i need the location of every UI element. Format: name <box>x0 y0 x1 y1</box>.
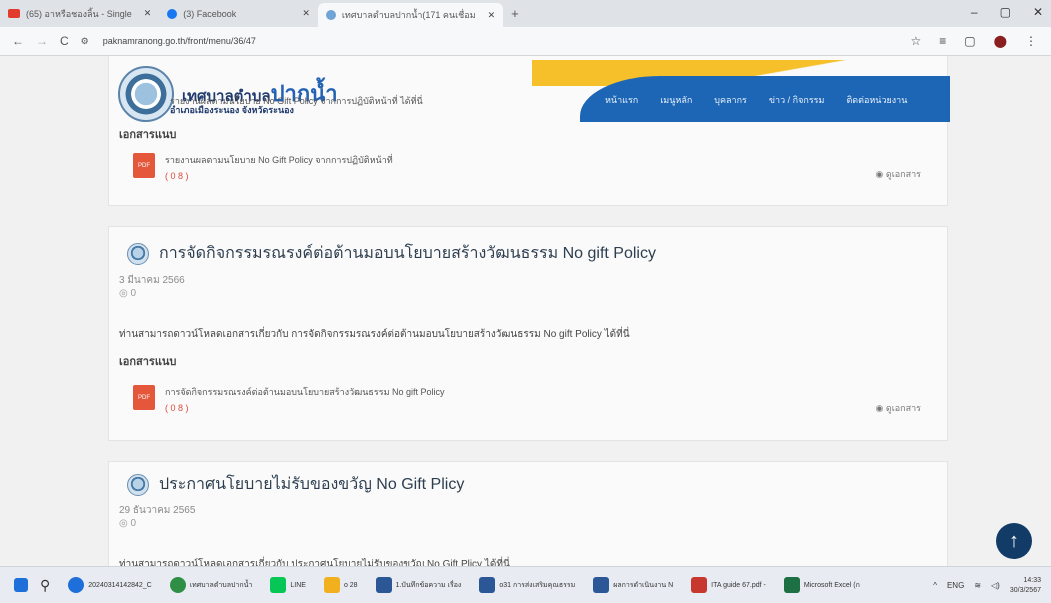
url-field[interactable]: paknamranong.go.th/front/menu/36/47 <box>103 36 911 46</box>
tab-label: เทศบาลตำบลปากน้ำ(171 คนเชื่อม <box>341 10 476 20</box>
maximize-button[interactable]: ▢ <box>1000 5 1011 19</box>
eye-icon: ◉ <box>875 403 884 413</box>
side-panel-icon[interactable]: ▢ <box>964 34 975 48</box>
download-count: ( 0 8 ) <box>165 403 189 413</box>
chrome-icon <box>169 577 186 593</box>
address-bar: ← → C ⚙ paknamranong.go.th/front/menu/36… <box>0 27 1051 56</box>
attachment-heading: เอกสารแนบ <box>119 356 177 368</box>
view-document-link[interactable]: ◉ ดูเอกสาร <box>875 167 921 181</box>
address-actions: ☆ ≡ ▢ ⬤ ⋮ <box>910 34 1037 48</box>
tab-paknam[interactable]: เทศบาลตำบลปากน้ำ(171 คนเชื่อม ✕ <box>317 3 504 27</box>
post-card: การจัดกิจกรรมรณรงค์ต่อต้านมอบนโยบายสร้าง… <box>108 226 948 441</box>
profile-icon[interactable]: ⬤ <box>994 34 1007 48</box>
clock[interactable]: 14:33 30/3/2567 <box>1010 576 1041 596</box>
volume-icon[interactable]: ◁) <box>991 581 1000 590</box>
post-title[interactable]: ประกาศนโยบายไม่รับของขวัญ No Gift Plicy <box>127 472 464 497</box>
post-date: 29 ธันวาคม 2565 <box>119 505 196 516</box>
attachment-heading: เอกสารแนบ <box>119 129 177 141</box>
word-icon <box>375 577 392 593</box>
post-title[interactable]: การจัดกิจกรรมรณรงค์ต่อต้านมอบนโยบายสร้าง… <box>127 241 656 266</box>
site-header: เทศบาลตำบลปากน้ำ รายงานผลตามนโยบาย No Gi… <box>110 56 950 122</box>
app-icon <box>68 577 85 593</box>
bookmark-star-icon[interactable]: ☆ <box>910 34 921 48</box>
new-tab-button[interactable]: + <box>503 3 527 25</box>
taskbar-item[interactable]: 20240314142842_C <box>62 577 157 593</box>
reload-icon[interactable]: C <box>60 34 69 48</box>
file-name[interactable]: รายงานผลตามนโยบาย No Gift Policy จากการป… <box>165 153 393 167</box>
close-icon[interactable]: ✕ <box>302 8 310 19</box>
attachment-file[interactable]: PDF รายงานผลตามนโยบาย No Gift Policy จาก… <box>133 153 393 181</box>
view-count: ◎ 0 <box>119 518 137 529</box>
main-nav: หน้าแรก เมนูหลัก บุคลากร ข่าว / กิจกรรม … <box>605 93 907 107</box>
site-info-icon[interactable]: ⚙ <box>81 36 89 47</box>
tab-label: (3) Facebook <box>183 8 237 19</box>
taskbar-item[interactable]: เทศบาลตำบลปากน้ำ <box>164 577 259 593</box>
minimize-button[interactable]: – <box>971 5 978 19</box>
file-name[interactable]: การจัดกิจกรรมรณรงค์ต่อต้านมอบนโยบายสร้าง… <box>165 385 445 399</box>
taskbar-item[interactable]: ITA guide 67.pdf - <box>685 577 772 593</box>
pdf-icon <box>691 577 708 593</box>
line-icon <box>270 577 287 593</box>
forward-icon[interactable]: → <box>36 34 48 48</box>
site-subtitle: อำเภอเมืองระนอง จังหวัดระนอง <box>170 105 294 115</box>
emblem-icon <box>127 242 149 265</box>
close-icon[interactable]: ✕ <box>144 8 152 19</box>
scroll-to-top-button[interactable]: ↑ <box>996 523 1032 559</box>
eye-icon: ◎ <box>119 518 128 529</box>
nav-main-menu[interactable]: เมนูหลัก <box>660 93 692 107</box>
language-indicator[interactable]: ENG <box>947 581 964 590</box>
tab-label: (65) อาหรือชองลิ้น - Single <box>26 8 132 19</box>
taskbar-item[interactable]: LINE <box>264 577 312 593</box>
municipality-logo[interactable] <box>118 66 174 122</box>
wifi-icon[interactable]: ≋ <box>974 581 981 590</box>
post-card: ประกาศนโยบายไม่รับของขวัญ No Gift Plicy … <box>108 461 948 566</box>
globe-icon <box>325 10 336 20</box>
nav-home[interactable]: หน้าแรก <box>605 93 638 107</box>
attachment-file[interactable]: PDF การจัดกิจกรรมรณรงค์ต่อต้านมอบนโยบายส… <box>133 385 445 413</box>
post-description: ท่านสามารถดาวน์โหลดเอกสารเกี่ยวกับ ประกา… <box>119 559 510 566</box>
taskbar-item[interactable]: ผลการดำเนินงาน N <box>587 577 679 593</box>
view-count: ◎ 0 <box>119 288 137 299</box>
post-description: ท่านสามารถดาวน์โหลดเอกสารเกี่ยวกับ การจั… <box>119 329 630 340</box>
view-document-link[interactable]: ◉ ดูเอกสาร <box>875 401 921 415</box>
pdf-icon: PDF <box>133 153 155 178</box>
word-icon <box>479 577 496 593</box>
close-window-button[interactable]: ✕ <box>1033 5 1043 19</box>
folder-icon <box>323 577 340 593</box>
page-content: เอกสารแนบ PDF รายงานผลตามนโยบาย No Gift … <box>0 56 1051 566</box>
system-tray: ^ ENG ≋ ◁) 14:33 30/3/2567 <box>933 567 1041 603</box>
post-date: 3 มีนาคม 2566 <box>119 275 185 286</box>
eye-icon: ◉ <box>875 169 884 179</box>
tab-youtube[interactable]: (65) อาหรือชองลิ้น - Single ✕ <box>0 3 159 25</box>
window-controls: – ▢ ✕ <box>971 5 1043 19</box>
reading-list-icon[interactable]: ≡ <box>939 34 946 48</box>
taskbar-item[interactable]: 1.บันทึกข้อความ เรื่อง <box>370 577 468 593</box>
browser-tab-bar: (65) อาหรือชองลิ้น - Single ✕ (3) Facebo… <box>0 0 1051 27</box>
download-count: ( 0 8 ) <box>165 171 189 181</box>
taskbar-item[interactable]: o 28 <box>318 577 364 593</box>
nav-news[interactable]: ข่าว / กิจกรรม <box>769 93 825 107</box>
facebook-icon <box>167 8 178 19</box>
pdf-icon: PDF <box>133 385 155 410</box>
excel-icon <box>783 577 800 593</box>
nav-personnel[interactable]: บุคลากร <box>714 93 747 107</box>
chevron-up-icon[interactable]: ^ <box>933 581 937 590</box>
os-taskbar: ⚲ 20240314142842_C เทศบาลตำบลปากน้ำ LINE… <box>0 566 1051 603</box>
nav-contact[interactable]: ติดต่อหน่วยงาน <box>846 93 907 107</box>
tab-facebook[interactable]: (3) Facebook ✕ <box>159 3 318 25</box>
menu-icon[interactable]: ⋮ <box>1025 34 1037 48</box>
close-icon[interactable]: ✕ <box>488 10 496 21</box>
eye-icon: ◎ <box>119 288 128 299</box>
emblem-icon <box>127 473 149 496</box>
back-icon[interactable]: ← <box>12 34 24 48</box>
word-icon <box>593 577 610 593</box>
taskbar-item[interactable]: o31 การส่งเสริมคุณธรรม <box>473 577 581 593</box>
start-icon[interactable] <box>14 578 28 592</box>
youtube-icon <box>8 9 20 18</box>
search-icon[interactable]: ⚲ <box>34 577 56 594</box>
taskbar-item[interactable]: Microsoft Excel (ก <box>778 577 866 593</box>
